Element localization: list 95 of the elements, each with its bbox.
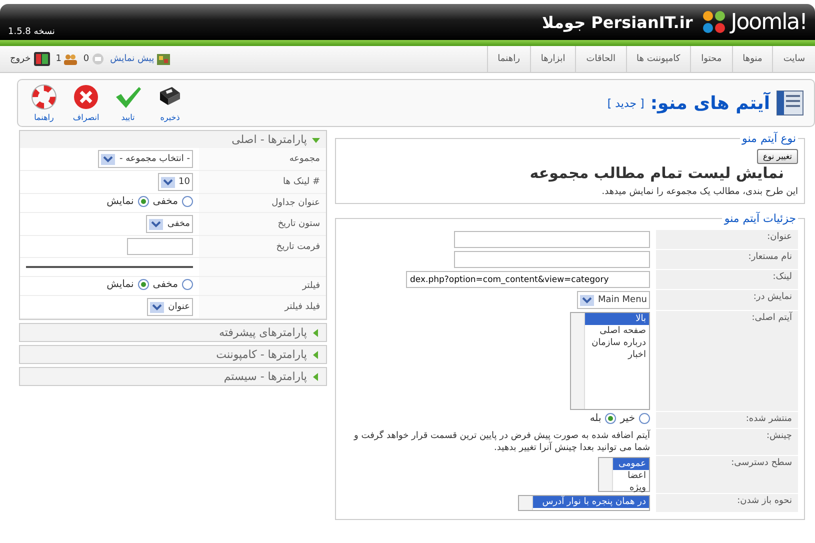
lifebuoy-icon — [31, 84, 57, 110]
radio-label: نمایش — [106, 279, 134, 290]
logo-text: Joomla! — [730, 10, 807, 34]
scrollbar[interactable] — [519, 496, 533, 510]
text-field[interactable]: dex.php?option=com_content&view=category — [406, 271, 650, 288]
param-label: مجموعه — [289, 154, 320, 164]
mail-icon — [92, 53, 104, 65]
list-option[interactable]: اخبار — [585, 349, 649, 361]
radio-label: مخفی — [152, 279, 178, 290]
menu-type-description: این طرح بندی، مطالب یک مجموعه را نمایش میدهد. — [600, 187, 798, 197]
list-box[interactable]: عمومی اعضا ویژه — [598, 457, 650, 492]
field-label: منتشر شده: — [746, 414, 792, 424]
dropdown[interactable]: Main Menu — [576, 291, 650, 309]
scrollbar[interactable] — [571, 313, 585, 409]
scrollbar[interactable] — [599, 458, 613, 491]
accordion-header[interactable]: پارامترها - سیستم — [20, 368, 326, 385]
dropdown[interactable]: - انتخاب مجموعه - — [98, 150, 193, 168]
radio-button[interactable] — [639, 413, 650, 424]
param-label: # لینک ها — [283, 177, 320, 187]
menu-items-icon — [776, 89, 804, 117]
check-icon — [114, 84, 142, 110]
menu-item[interactable]: ابزارها — [530, 46, 576, 72]
count-label: 0 — [83, 54, 90, 64]
radio-label: خیر — [620, 413, 635, 424]
field-label: سطح دسترسی: — [731, 458, 792, 468]
radio-label: نمایش — [106, 196, 134, 207]
field-label: چینش: — [766, 431, 792, 441]
caret-icon — [150, 302, 164, 312]
list-option[interactable]: بالا — [585, 313, 649, 325]
dropdown[interactable]: عنوان — [147, 298, 193, 316]
param-label: فیلتر — [302, 281, 320, 291]
dropdown[interactable]: 10 — [158, 173, 193, 191]
radio-button[interactable] — [605, 413, 616, 424]
menu-item[interactable]: راهنما — [486, 46, 530, 72]
menu-item[interactable]: سایت — [772, 46, 815, 72]
menu-item[interactable]: کامپوننت ها — [626, 46, 690, 72]
field-label: آیتم اصلی: — [752, 313, 792, 323]
count-label: 1 — [56, 54, 62, 64]
cancel-button[interactable]: انصراف — [70, 84, 102, 122]
page-title: آیتم های منو: — [650, 92, 770, 114]
radio-button[interactable] — [182, 196, 193, 207]
caret-icon — [149, 218, 164, 230]
accordion-header[interactable]: پارامترهای پیشرفته — [20, 324, 326, 341]
param-label: فیلد فیلتر — [284, 302, 320, 312]
menu-item[interactable]: الحاقات — [575, 46, 626, 72]
radio-button[interactable] — [138, 196, 149, 207]
change-type-button[interactable]: تغییر نوع — [756, 149, 798, 164]
help-text: آیتم اضافه شده به صورت پیش فرض در پایین ترین قسمت قرار خواهد گرفت و شما می توانید بعدا چینش آنرا تغییر بدهید. — [354, 431, 650, 453]
help-button[interactable]: راهنما — [28, 84, 60, 122]
accordion-header[interactable]: پارامترها - کامپوننت — [20, 346, 326, 363]
apply-button[interactable]: تایید — [112, 84, 144, 122]
dropdown[interactable]: مخفی — [146, 215, 193, 233]
version-label: نسخه 1.5.8 — [8, 27, 55, 39]
radio-label: بله — [590, 413, 602, 424]
menu-item[interactable]: منوها — [732, 46, 772, 72]
field-label: لینک: — [772, 272, 792, 282]
field-label: نام مستعار: — [748, 252, 792, 262]
radio-button[interactable] — [182, 279, 193, 290]
logo-icon — [700, 9, 727, 35]
list-option[interactable]: اعضا — [613, 470, 649, 482]
param-label: ستون تاریخ — [278, 219, 320, 229]
field-label: نمایش در: — [753, 292, 792, 302]
list-option[interactable]: ویژه — [613, 482, 649, 494]
section-legend: جزئیات آیتم منو — [722, 212, 798, 225]
param-label: عنوان جداول — [272, 198, 320, 208]
accordion-header[interactable]: پارامترها - اصلی — [20, 131, 326, 148]
list-option[interactable]: صفحه اصلی — [585, 325, 649, 337]
caret-icon — [101, 154, 116, 164]
logout-icon — [34, 52, 50, 66]
text-field[interactable] — [127, 238, 193, 255]
preview-icon — [157, 54, 170, 64]
cancel-icon — [73, 84, 99, 110]
list-box[interactable]: بالا صفحه اصلی درباره سازمان اخبار — [570, 312, 650, 410]
list-option[interactable]: در همان پنجره با نوار آدرس — [533, 496, 649, 508]
param-label: فرمت تاریخ — [276, 242, 320, 252]
caret-icon — [160, 176, 175, 188]
logout-link[interactable]: خروج — [10, 54, 31, 64]
users-icon — [64, 54, 78, 64]
text-field[interactable] — [454, 251, 650, 268]
page-subtitle: [ جدید ] — [607, 96, 644, 110]
field-label: نحوه باز شدن: — [737, 496, 792, 506]
list-option[interactable]: درباره سازمان — [585, 337, 649, 349]
section-legend: نوع آیتم منو — [740, 132, 798, 145]
text-field[interactable] — [454, 231, 650, 248]
radio-button[interactable] — [138, 279, 149, 290]
caret-icon — [580, 294, 594, 306]
list-option[interactable]: عمومی — [613, 458, 649, 470]
site-title: PersianIT.ir جوملا — [542, 12, 693, 32]
field-label: عنوان: — [767, 232, 792, 242]
list-box[interactable]: در همان پنجره با نوار آدرس — [518, 495, 650, 511]
preview-link[interactable]: پیش نمایش — [110, 54, 154, 64]
radio-label: مخفی — [152, 196, 178, 207]
menu-item[interactable]: محتوا — [690, 46, 732, 72]
save-button[interactable]: ذخیره — [154, 84, 186, 122]
menu-type-title: نمایش لیست تمام مطالب مجموعه — [530, 164, 784, 182]
